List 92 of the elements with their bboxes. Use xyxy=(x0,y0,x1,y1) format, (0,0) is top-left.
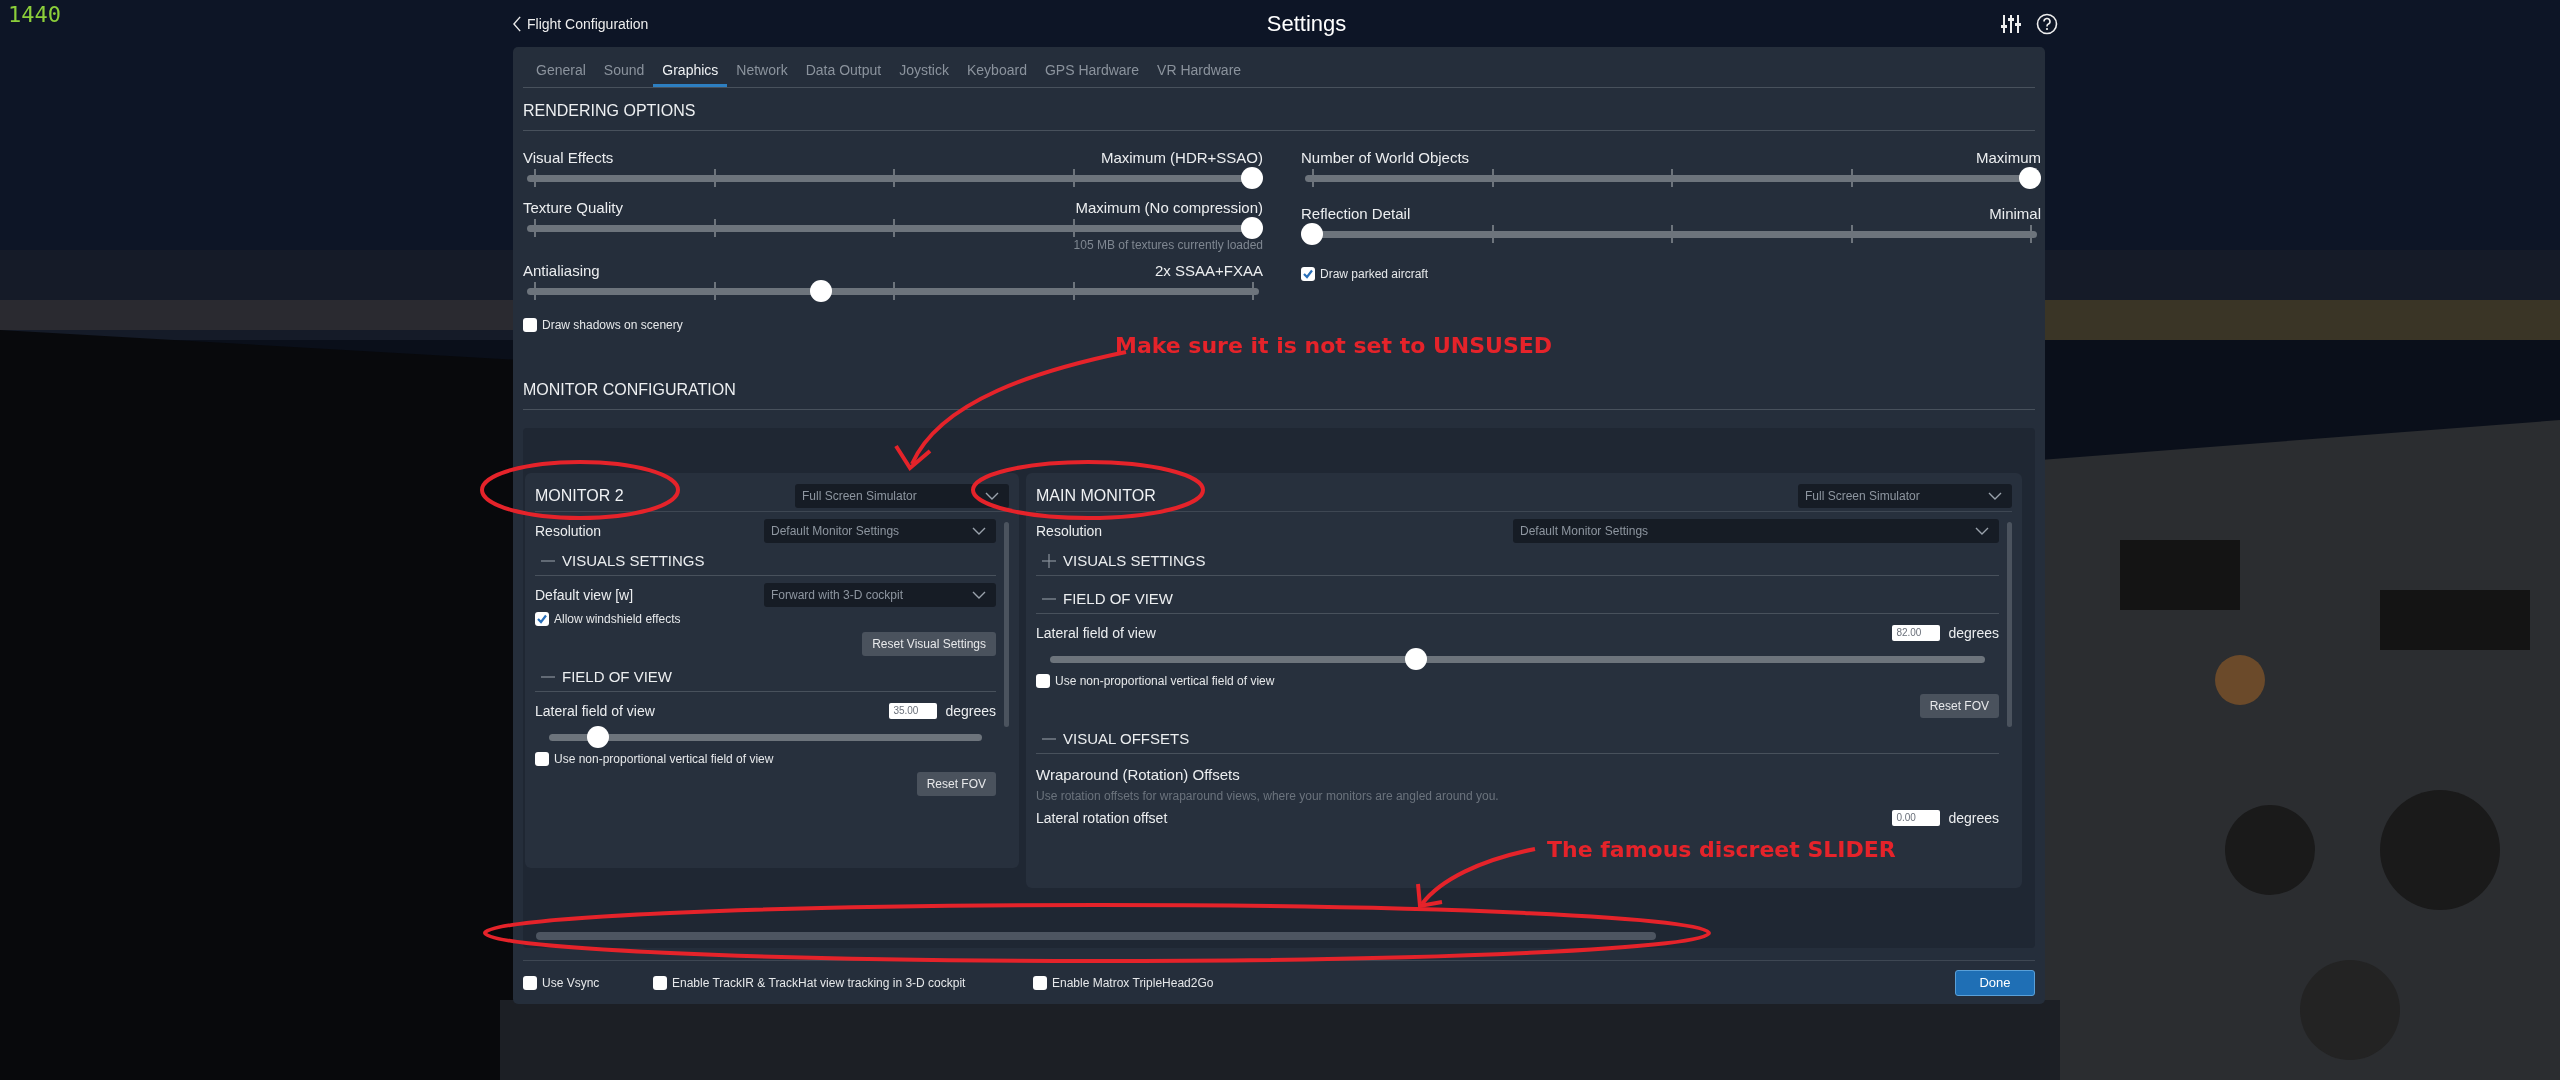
section-heading[interactable]: FIELD OF VIEW xyxy=(562,668,672,685)
help-icon[interactable] xyxy=(2036,12,2058,35)
tab[interactable]: Data Output xyxy=(796,62,891,87)
section-heading[interactable]: FIELD OF VIEW xyxy=(1063,590,1173,607)
section-heading: RENDERING OPTIONS xyxy=(523,102,696,119)
reset-button[interactable]: Reset FOV xyxy=(916,772,996,796)
back-icon xyxy=(513,15,522,32)
hint-text: Use rotation offsets for wraparound views, where your monitors are angled around you. xyxy=(1036,789,1499,803)
unit-label: degrees xyxy=(1948,625,1999,641)
slider-thumb[interactable] xyxy=(1241,217,1263,239)
number-field[interactable]: 0.00 xyxy=(1892,810,1941,826)
back-link[interactable]: Flight Configuration xyxy=(513,15,649,32)
slider-thumb[interactable] xyxy=(586,726,609,748)
checkbox[interactable] xyxy=(1301,267,1315,281)
checkbox-label: Use Vsync xyxy=(542,975,600,990)
checkbox[interactable] xyxy=(523,975,537,990)
scrollbar[interactable] xyxy=(2007,522,2012,727)
checkbox[interactable] xyxy=(535,752,549,766)
annotation-text: Make sure it is not set to UNSUSED xyxy=(1115,333,1553,358)
checkbox[interactable] xyxy=(523,318,537,332)
scrollbar[interactable] xyxy=(1004,522,1009,727)
field-label: Resolution xyxy=(1036,523,1103,539)
number-field[interactable]: 35.00 xyxy=(889,703,938,719)
done-button[interactable]: Done xyxy=(1955,969,2035,996)
slider-value: Minimal xyxy=(1989,205,2041,223)
tab[interactable]: Sound xyxy=(594,62,654,87)
slider-label: Number of World Objects xyxy=(1301,149,1470,167)
slider-value: 2x SSAA+FXAA xyxy=(1155,262,1263,280)
checkbox[interactable] xyxy=(535,612,549,626)
subheading: Wraparound (Rotation) Offsets xyxy=(1036,766,1240,783)
dropdown[interactable]: Full Screen Simulator xyxy=(1798,484,2012,508)
slider-thumb[interactable] xyxy=(1301,223,1323,245)
tab[interactable]: Network xyxy=(727,62,797,87)
slider-label: Texture Quality xyxy=(523,199,624,217)
dropdown[interactable]: Default Monitor Settings xyxy=(764,519,996,543)
expand-icon[interactable] xyxy=(1042,553,1056,568)
slider-value: Maximum (No compression) xyxy=(1075,199,1263,217)
checkbox[interactable] xyxy=(1033,975,1047,990)
slider-value: Maximum xyxy=(1976,149,2041,167)
reset-button[interactable]: Reset Visual Settings xyxy=(862,632,996,656)
dropdown[interactable]: Default Monitor Settings xyxy=(1513,519,1999,543)
field-label: Lateral rotation offset xyxy=(1036,810,1168,826)
caret-icon xyxy=(1975,527,1989,535)
texture-note: 105 MB of textures currently loaded xyxy=(1072,238,1263,252)
tab[interactable]: Keyboard xyxy=(958,62,1036,87)
caret-icon xyxy=(1988,492,2002,500)
slider-thumb[interactable] xyxy=(810,280,833,302)
checkbox-label: Use non-proportional vertical field of view xyxy=(1055,674,1275,688)
section-heading: MONITOR CONFIGURATION xyxy=(523,381,736,398)
dropdown[interactable]: Forward with 3-D cockpit xyxy=(764,583,996,607)
tab[interactable]: General xyxy=(527,62,595,87)
slider-label: Reflection Detail xyxy=(1301,205,1411,223)
slider-label: Visual Effects xyxy=(523,149,614,167)
unit-label: degrees xyxy=(1948,810,1999,826)
monitor-title: MAIN MONITOR xyxy=(1036,487,1156,505)
slider-thumb[interactable] xyxy=(1241,167,1263,189)
window-title: Settings xyxy=(1265,10,1347,37)
caret-icon xyxy=(972,527,986,535)
caret-icon xyxy=(972,591,986,599)
field-label: Default view [w] xyxy=(535,587,634,603)
tab[interactable]: Graphics xyxy=(653,62,728,87)
checkbox-label: Allow windshield effects xyxy=(554,612,681,626)
unit-label: degrees xyxy=(945,703,996,719)
field-label: Lateral field of view xyxy=(535,703,655,719)
sliders-icon[interactable] xyxy=(2000,12,2022,35)
checkbox-label: Use non-proportional vertical field of view xyxy=(554,752,774,766)
checkbox-label: Enable Matrox TripleHead2Go xyxy=(1052,975,1214,990)
reset-button[interactable]: Reset FOV xyxy=(1919,694,1999,718)
monitor-title: MONITOR 2 xyxy=(535,487,624,505)
dropdown[interactable]: Full Screen Simulator xyxy=(795,484,1009,508)
field-label: Lateral field of view xyxy=(1036,625,1156,641)
section-heading[interactable]: VISUALS SETTINGS xyxy=(562,552,705,569)
checkbox[interactable] xyxy=(1036,674,1050,688)
checkbox-label: Draw parked aircraft xyxy=(1320,267,1429,281)
section-heading[interactable]: VISUALS SETTINGS xyxy=(1063,552,1206,569)
checkbox-label: Enable TrackIR & TrackHat view tracking in 3-D cockpit xyxy=(672,975,966,990)
tab[interactable]: Joystick xyxy=(890,62,958,87)
caret-icon xyxy=(985,492,999,500)
slider-thumb[interactable] xyxy=(1405,648,1428,670)
field-label: Resolution xyxy=(535,523,602,539)
number-field[interactable]: 82.00 xyxy=(1892,625,1941,641)
checkbox[interactable] xyxy=(653,975,667,990)
slider-value: Maximum (HDR+SSAO) xyxy=(1100,149,1263,167)
section-heading[interactable]: VISUAL OFFSETS xyxy=(1063,730,1190,747)
slider-thumb[interactable] xyxy=(2019,167,2041,189)
annotation-text: The famous discreet SLIDER xyxy=(1547,837,1896,862)
tab[interactable]: GPS Hardware xyxy=(1035,62,1149,87)
slider-label: Antialiasing xyxy=(523,262,600,280)
fps-counter: 1440 xyxy=(8,2,61,27)
checkbox-label: Draw shadows on scenery xyxy=(542,318,683,332)
tab[interactable]: VR Hardware xyxy=(1148,62,1251,87)
scrollbar[interactable] xyxy=(536,932,1656,940)
